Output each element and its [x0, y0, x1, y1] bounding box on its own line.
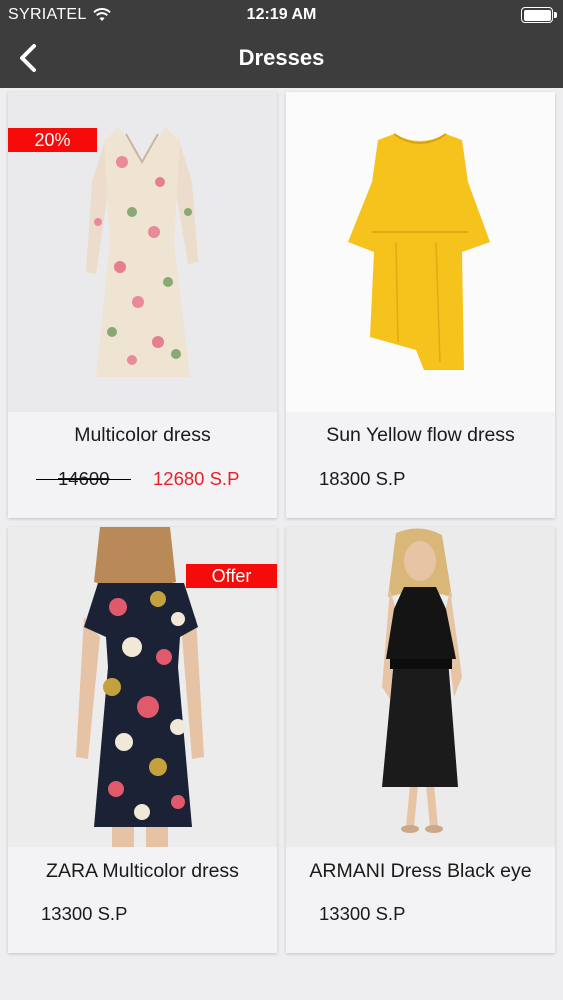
product-name: ARMANI Dress Black eye [309, 860, 532, 882]
clock: 12:19 AM [246, 6, 317, 23]
discount-badge: 20% [8, 128, 97, 152]
product-card[interactable]: Sun Yellow flow dress 18300 S.P [286, 92, 555, 518]
product-name: Sun Yellow flow dress [326, 424, 515, 446]
product-image [286, 92, 555, 412]
product-image [286, 527, 555, 847]
sale-price: 12680 S.P [153, 468, 240, 489]
page-title: Dresses [238, 45, 325, 70]
product-name: ZARA Multicolor dress [46, 860, 239, 882]
product-card[interactable]: ARMANI Dress Black eye 13300 S.P [286, 527, 555, 953]
top-bar: SYRIATEL 12:19 AM Dresses [0, 0, 563, 88]
battery-icon [521, 7, 557, 23]
product-card[interactable]: 20% Multicolor dress 14600 12680 S.P [8, 92, 277, 518]
product-price: 13300 S.P [319, 903, 406, 924]
product-price: 13300 S.P [41, 903, 128, 924]
product-price: 18300 S.P [319, 468, 406, 489]
nav-bar: Dresses [0, 30, 563, 88]
status-bar: SYRIATEL 12:19 AM [0, 0, 563, 30]
product-card[interactable]: Offer ZARA Multicolor dress 13300 S.P [8, 527, 277, 953]
original-price: 14600 [35, 468, 133, 489]
offer-badge: Offer [186, 564, 277, 588]
product-name: Multicolor dress [74, 424, 211, 446]
